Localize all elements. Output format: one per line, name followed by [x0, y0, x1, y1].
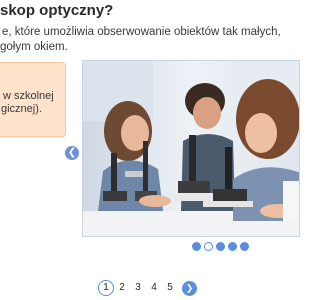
description-line: gołym okiem. [0, 41, 68, 53]
page-3[interactable]: 3 [130, 280, 146, 296]
slide-indicators [192, 242, 249, 252]
chevron-left-icon: ❮ [67, 147, 77, 158]
page-1[interactable]: 1 [98, 280, 114, 296]
pagination: 1 2 3 4 5 ❯ [98, 280, 197, 296]
info-card-line: gicznej). [1, 103, 42, 115]
slide-dot-3[interactable] [216, 242, 225, 251]
info-card-line: w szkolnej [3, 90, 54, 102]
gallery-image [82, 60, 300, 237]
slide-dot-4[interactable] [228, 242, 237, 251]
next-page-button[interactable]: ❯ [182, 280, 197, 296]
info-card: w szkolnej gicznej). [0, 62, 66, 137]
page-5[interactable]: 5 [162, 280, 178, 296]
slide-dot-2[interactable] [204, 242, 213, 251]
lesson-description: e, które umożliwia obserwowanie obiektów… [0, 25, 300, 55]
description-line: e, które umożliwia obserwowanie obiektów… [2, 26, 281, 38]
chevron-right-icon: ❯ [185, 282, 194, 293]
page-2[interactable]: 2 [114, 280, 130, 296]
page-4[interactable]: 4 [146, 280, 162, 296]
prev-slide-button[interactable]: ❮ [65, 146, 79, 160]
slide-dot-1[interactable] [192, 242, 201, 251]
students-with-microscopes-photo [83, 61, 299, 236]
lesson-question: skop optyczny? [0, 2, 114, 19]
slide-dot-5[interactable] [240, 242, 249, 251]
